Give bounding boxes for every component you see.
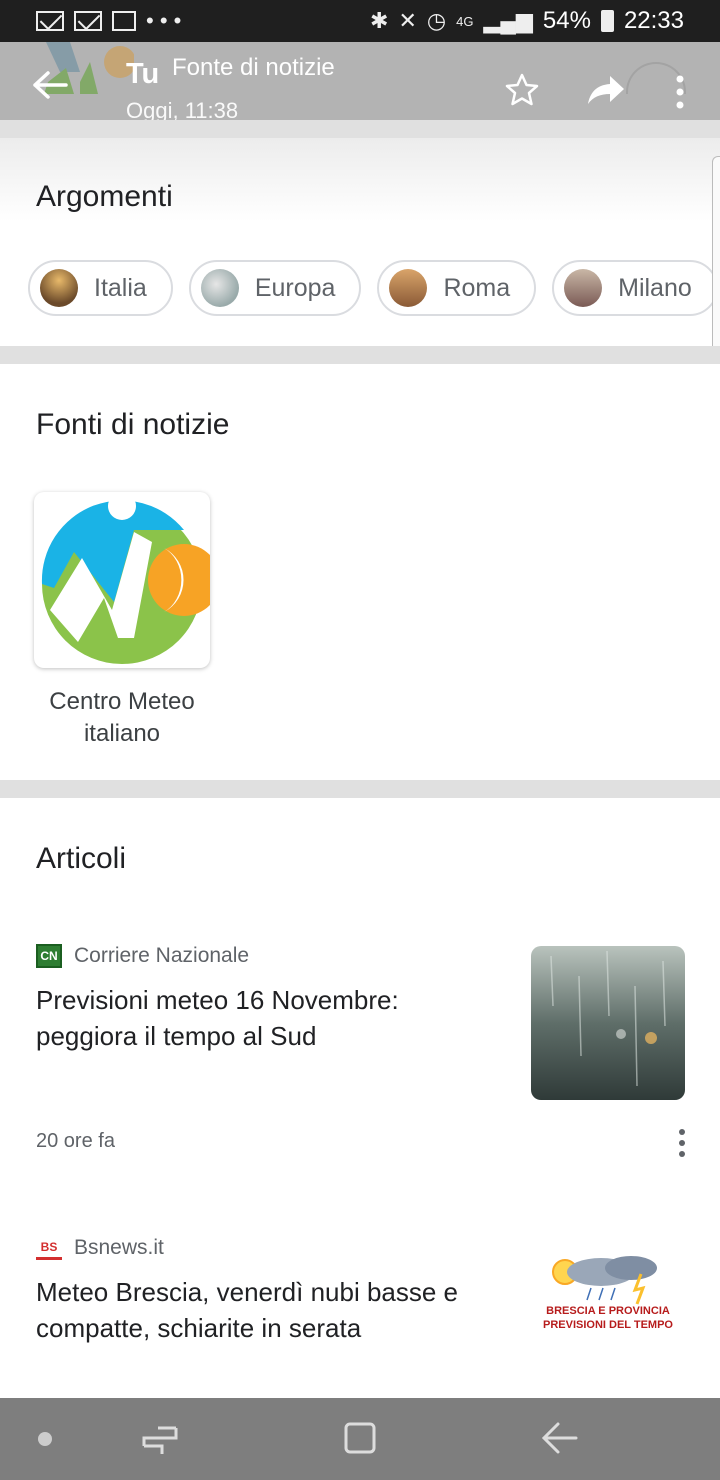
roma-colosseum-icon [389, 269, 428, 307]
battery-icon [600, 10, 614, 32]
milano-duomo-icon [564, 269, 603, 307]
nav-dot-icon[interactable] [38, 1432, 52, 1446]
topic-chips: Italia Europa Roma Milano [28, 260, 718, 316]
thumb-caption-line2: PREVISIONI DEL TEMPO [543, 1319, 673, 1331]
article-more-icon[interactable] [674, 1128, 690, 1158]
more-notifications-icon: • • • [146, 8, 182, 33]
chip-milano[interactable]: Milano [552, 260, 718, 316]
divider [0, 120, 720, 138]
mute-icon: ✕ [398, 8, 417, 33]
status-bar: • • • ✱ ✕ ◷ 4G ▂▄▆ 54% 22:33 [0, 0, 720, 42]
chip-label: Roma [443, 273, 511, 302]
status-left: • • • [36, 8, 181, 34]
star-icon[interactable] [504, 72, 540, 108]
bluetooth-icon: ✱ [370, 8, 389, 33]
status-right: ✱ ✕ ◷ 4G ▂▄▆ 54% 22:33 [370, 7, 684, 35]
article-title[interactable]: Meteo Brescia, venerdì nubi basse e comp… [36, 1274, 506, 1346]
rain-window-thumbnail[interactable] [531, 946, 685, 1100]
bsnews-icon: BS [36, 1236, 62, 1260]
alarm-icon: ◷ [426, 8, 447, 33]
thumb-caption-line1: BRESCIA E PROVINCIA [546, 1305, 670, 1317]
recent-apps-icon[interactable] [140, 1420, 180, 1456]
publisher-row: CN Corriere Nazionale [36, 944, 249, 968]
share-icon[interactable] [586, 74, 626, 106]
gmail-icon [36, 11, 64, 31]
chip-italia[interactable]: Italia [28, 260, 173, 316]
nav-back-icon[interactable] [540, 1420, 580, 1456]
articles-section: Articoli CN Corriere Nazionale Prevision… [0, 798, 720, 1398]
divider [0, 780, 720, 798]
chip-label: Europa [254, 273, 336, 302]
battery-level: 54% [542, 7, 591, 34]
home-icon[interactable] [342, 1420, 378, 1456]
publisher-name: Corriere Nazionale [74, 944, 250, 967]
back-arrow-icon[interactable] [32, 70, 68, 100]
clock: 22:33 [623, 7, 684, 34]
signal-icon: ▂▄▆ [483, 8, 533, 33]
divider [0, 346, 720, 364]
corriere-nazionale-icon: CN [36, 944, 62, 968]
centro-meteo-logo[interactable] [34, 492, 210, 668]
chip-europa[interactable]: Europa [188, 260, 362, 316]
gmail-icon [74, 11, 102, 31]
sources-section: Fonti di notizie Centro Meteo italiano [0, 364, 720, 780]
sources-title: Fonti di notizie [36, 408, 230, 441]
chip-label: Italia [94, 273, 147, 302]
article-title[interactable]: Previsioni meteo 16 Novembre: peggiora i… [36, 982, 506, 1054]
gallery-icon [112, 11, 136, 31]
source-name[interactable]: Centro Meteo italiano [20, 686, 224, 750]
navigation-bar [0, 1398, 720, 1480]
network-type: 4G [456, 13, 474, 29]
italia-thumbnail-icon [40, 269, 78, 307]
articles-title: Articoli [36, 842, 127, 875]
publisher-name: Bsnews.it [74, 1236, 164, 1259]
header-subtitle: Fonte di notizie [172, 54, 335, 81]
app-header: Tu Fonte di notizie Oggi, 11:38 [0, 42, 720, 123]
header-title: Tu [126, 58, 160, 90]
more-options-icon[interactable] [670, 74, 690, 110]
chip-label: Milano [618, 273, 692, 302]
europa-globe-icon [200, 269, 239, 307]
article-time: 20 ore fa [36, 1130, 115, 1152]
topics-title: Argomenti [36, 180, 173, 213]
topics-section: Argomenti Italia Europa Roma Milano [0, 138, 720, 346]
publisher-row: BS Bsnews.it [36, 1236, 164, 1260]
chip-roma[interactable]: Roma [377, 260, 537, 316]
brescia-weather-thumbnail[interactable]: BRESCIA E PROVINCIA PREVISIONI DEL TEMPO [531, 1244, 685, 1354]
